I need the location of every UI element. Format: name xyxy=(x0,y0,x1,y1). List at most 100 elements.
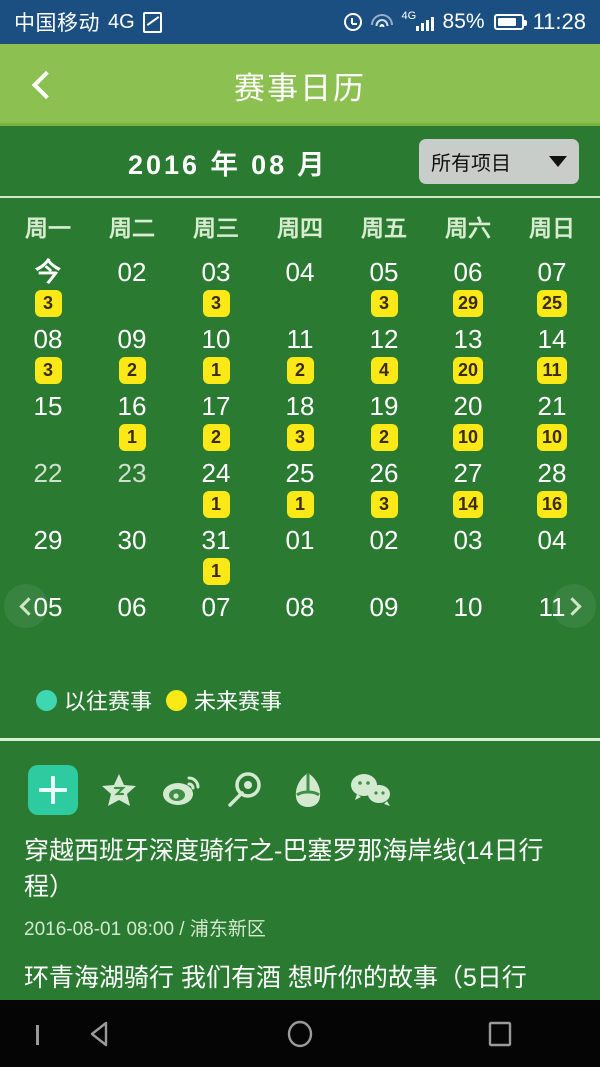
title-bar: 赛事日历 xyxy=(0,44,600,126)
calendar-day-cell[interactable]: 04 xyxy=(510,522,594,589)
calendar-day-cell[interactable]: 07 xyxy=(174,589,258,656)
calendar-day-cell[interactable]: 31 1 xyxy=(174,522,258,589)
calendar-day-number: 29 xyxy=(33,525,63,555)
calendar-day-number: 03 xyxy=(201,257,231,287)
alipay-icon[interactable] xyxy=(286,768,330,812)
qzone-icon[interactable] xyxy=(223,768,267,812)
battery-icon xyxy=(493,14,527,30)
calendar-day-cell[interactable]: 03 3 xyxy=(174,254,258,321)
calendar-day-cell[interactable]: 14 11 xyxy=(510,321,594,388)
calendar-day-cell[interactable]: 08 xyxy=(258,589,342,656)
event-list-item[interactable]: 环青海湖骑行 我们有酒 想听你的故事（5日行 xyxy=(0,960,600,1000)
calendar-day-number: 22 xyxy=(33,458,63,488)
calendar-day-cell[interactable]: 01 xyxy=(258,522,342,589)
calendar-week-row: 15 16 1 17 2 18 3 19 2 20 10 21 10 xyxy=(6,388,594,455)
android-nav-bar xyxy=(0,1000,600,1067)
event-count-badge: 1 xyxy=(202,357,230,384)
calendar-day-cell[interactable]: 03 xyxy=(426,522,510,589)
calendar-day-number: 12 xyxy=(369,324,399,354)
calendar-day-number: 03 xyxy=(453,525,483,555)
calendar-day-cell[interactable]: 06 xyxy=(90,589,174,656)
calendar-day-cell[interactable]: 18 3 xyxy=(258,388,342,455)
calendar-day-number: 21 xyxy=(537,391,567,421)
calendar-day-number: 07 xyxy=(201,592,231,622)
square-recents-icon xyxy=(488,1021,512,1046)
calendar-day-cell[interactable]: 22 xyxy=(6,455,90,522)
calendar-week-row: 今 3 02 03 3 04 05 3 06 29 07 25 xyxy=(6,254,594,321)
triangle-back-icon xyxy=(90,1021,108,1046)
chevron-left-icon xyxy=(31,70,61,100)
calendar-day-cell[interactable]: 26 3 xyxy=(342,455,426,522)
event-count-badge: 3 xyxy=(34,357,62,384)
calendar-day-cell[interactable]: 10 xyxy=(426,589,510,656)
calendar-day-cell[interactable]: 05 3 xyxy=(342,254,426,321)
weekday-label: 周四 xyxy=(277,215,323,241)
calendar-day-cell[interactable]: 10 1 xyxy=(174,321,258,388)
calendar-day-cell[interactable]: 21 10 xyxy=(510,388,594,455)
weekday-label: 周六 xyxy=(445,215,491,241)
calendar-day-cell[interactable]: 24 1 xyxy=(174,455,258,522)
calendar-day-cell[interactable]: 15 xyxy=(6,388,90,455)
weekday-label: 周日 xyxy=(529,215,575,241)
weibo-icon[interactable] xyxy=(160,768,204,812)
calendar-day-number: 10 xyxy=(453,592,483,622)
wechat-icon[interactable] xyxy=(349,768,393,812)
calendar-day-cell[interactable]: 19 2 xyxy=(342,388,426,455)
calendar-day-cell[interactable]: 20 10 xyxy=(426,388,510,455)
event-count-badge: 3 xyxy=(286,424,314,451)
hide-navbar-button[interactable] xyxy=(36,1024,39,1045)
event-count-badge: 16 xyxy=(536,491,568,518)
calendar-day-number: 09 xyxy=(369,592,399,622)
event-count-badge: 2 xyxy=(202,424,230,451)
weekday-label: 周五 xyxy=(361,215,407,241)
month-bar: 2016 年 08 月 所有项目 xyxy=(0,126,600,198)
calendar-day-cell[interactable]: 23 xyxy=(90,455,174,522)
back-button[interactable] xyxy=(10,44,76,126)
sim-card-icon xyxy=(142,11,162,33)
calendar-day-cell[interactable]: 11 2 xyxy=(258,321,342,388)
calendar-day-cell[interactable]: 07 25 xyxy=(510,254,594,321)
calendar-day-number: 今 xyxy=(34,257,61,287)
calendar-day-number: 09 xyxy=(117,324,147,354)
event-count-badge: 3 xyxy=(370,491,398,518)
calendar-day-cell[interactable]: 08 3 xyxy=(6,321,90,388)
nav-home-button[interactable] xyxy=(200,1017,400,1051)
event-count-badge: 11 xyxy=(537,357,567,384)
calendar-day-cell[interactable]: 12 4 xyxy=(342,321,426,388)
project-filter-value: 所有项目 xyxy=(431,153,511,175)
calendar-day-cell[interactable]: 09 2 xyxy=(90,321,174,388)
calendar-day-cell[interactable]: 02 xyxy=(90,254,174,321)
prev-week-button[interactable] xyxy=(4,584,48,628)
calendar-day-cell[interactable]: 06 29 xyxy=(426,254,510,321)
calendar-day-cell[interactable]: 27 14 xyxy=(426,455,510,522)
legend: 以往赛事 未来赛事 xyxy=(0,656,600,716)
nav-back-button[interactable] xyxy=(0,1017,200,1051)
calendar-day-number: 01 xyxy=(285,525,315,555)
calendar-day-cell[interactable]: 25 1 xyxy=(258,455,342,522)
calendar-day-cell[interactable]: 04 xyxy=(258,254,342,321)
calendar-day-number: 08 xyxy=(33,324,63,354)
calendar-day-cell[interactable]: 09 xyxy=(342,589,426,656)
calendar-day-number: 11 xyxy=(286,324,314,354)
plus-icon[interactable] xyxy=(28,765,78,815)
next-week-button[interactable] xyxy=(552,584,596,628)
calendar-day-cell[interactable]: 02 xyxy=(342,522,426,589)
event-list-item[interactable]: 穿越西班牙深度骑行之-巴塞罗那海岸线(14日行程） 2016-08-01 08:… xyxy=(0,833,600,941)
calendar-day-number: 28 xyxy=(537,458,567,488)
calendar-day-cell[interactable]: 29 xyxy=(6,522,90,589)
calendar-day-cell[interactable]: 28 16 xyxy=(510,455,594,522)
project-filter-dropdown[interactable]: 所有项目 xyxy=(419,139,579,184)
event-count-badge: 3 xyxy=(34,290,62,317)
nav-recents-button[interactable] xyxy=(400,1017,600,1051)
status-bar-right: 4G 85% 11:28 xyxy=(343,9,586,35)
calendar-day-cell[interactable]: 今3 xyxy=(6,254,90,321)
clock-label: 11:28 xyxy=(532,9,586,34)
calendar-day-number: 08 xyxy=(285,592,315,622)
status-bar-left: 中国移动 4G xyxy=(14,7,162,37)
calendar-day-cell[interactable]: 13 20 xyxy=(426,321,510,388)
calendar-day-number: 20 xyxy=(453,391,483,421)
calendar-day-cell[interactable]: 17 2 xyxy=(174,388,258,455)
calendar-day-cell[interactable]: 16 1 xyxy=(90,388,174,455)
calendar-day-cell[interactable]: 30 xyxy=(90,522,174,589)
star-icon[interactable] xyxy=(97,768,141,812)
